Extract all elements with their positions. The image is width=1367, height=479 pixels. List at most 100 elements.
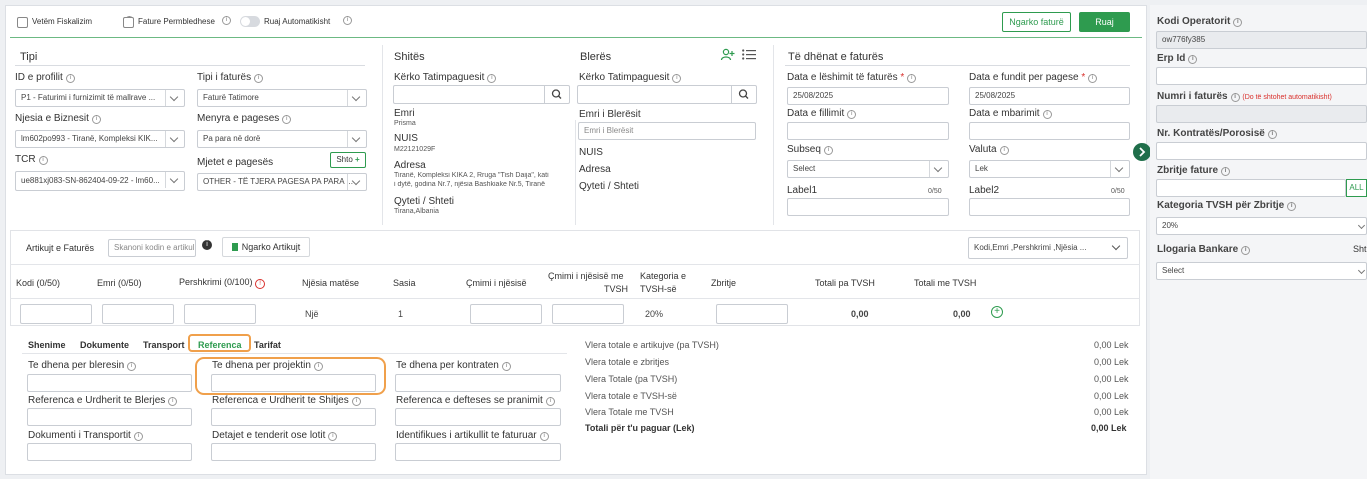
bleres-qyteti-label: Qyteti / Shteti [579,181,640,192]
warning-icon: ! [255,279,266,289]
ref-blerjes-label: Referenca e Urdherit te Blerjes i [28,395,178,406]
total-value-5: 0,00 Lek [1094,407,1129,417]
ruaj-automatikisht-toggle[interactable] [240,16,260,27]
add-user-icon[interactable] [720,48,735,61]
chevron-down-icon [165,172,184,188]
data-fundit-input[interactable]: 25/08/2025 [969,87,1130,105]
row-njesia[interactable]: Një [305,309,319,319]
shites-emri-label: Emri [394,108,415,119]
profil-select[interactable]: P1 - Faturimi i furnizimit të mallrave .… [15,89,185,107]
label1-label: Label1 [787,185,818,196]
shtc-label: Sht [1353,244,1367,254]
kategoria-zbritje-select[interactable]: 20% [1156,217,1367,235]
col-kodi: Kodi (0/50) [16,278,61,288]
artikujt-header-line [10,264,1140,265]
zbritje-fature-input[interactable] [1156,179,1346,197]
chevron-right-icon[interactable] [1133,143,1151,161]
tab-shenime[interactable]: Shenime [28,340,66,350]
row-zbritje-input[interactable] [716,304,788,324]
search-icon[interactable] [544,86,569,103]
label1-count: 0/50 [928,188,942,195]
ref-kontraten-input[interactable] [395,374,561,392]
total-label-5: Vlera Totale me TVSH [585,407,674,417]
total-value-1: 0,00 Lek [1094,340,1129,350]
ngarko-artikujt-button[interactable]: Ngarko Artikujt [222,237,310,257]
tab-transport[interactable]: Transport [143,340,185,350]
permbledhese-label: Fature Permbledhese [138,17,215,26]
bleres-emri-input[interactable]: Emri i Blerësit [578,122,756,140]
shites-search-input[interactable] [393,85,570,104]
tab-referenca[interactable]: Referenca [198,340,242,350]
bleres-search-input[interactable] [577,85,757,104]
section-divider [382,45,383,225]
ref-pranimit-input[interactable] [395,408,561,426]
scan-input[interactable]: Skanoni kodin e artikullit [108,239,196,257]
llogaria-select[interactable]: Select [1156,262,1367,280]
artikujt-search-select[interactable]: Kodi,Emri ,Pershkrimi ,Njësia ... [968,237,1128,259]
data-leshimit-input[interactable]: 25/08/2025 [787,87,949,105]
ref-artikullit-input[interactable] [395,443,561,461]
col-kategoria-2: TVSH-së [640,284,677,294]
row-sasia[interactable]: 1 [398,309,403,319]
subseq-select[interactable]: Select [787,160,949,178]
kontrates-input[interactable] [1156,142,1367,160]
chevron-down-icon [929,161,948,177]
chevron-down-icon [347,90,366,106]
total-label-3: Vlera Totale (pa TVSH) [585,374,678,384]
col-pa-tvsh: Totali pa TVSH [815,278,875,288]
total-label-2: Vlera totale e zbritjes [585,357,670,367]
shites-qyteti-label: Qyteti / Shteti [394,196,455,207]
ruaj-button[interactable]: Ruaj [1079,12,1130,32]
label2-input[interactable] [969,198,1130,216]
all-button[interactable]: ALL [1346,179,1367,197]
chevron-down-icon [165,131,184,147]
subseq-label: Subseq i [787,144,833,155]
mjetet-select[interactable]: OTHER - TË TJERA PAGESA PA PARA ... [197,173,367,191]
fiskalizim-checkbox[interactable] [17,17,28,28]
row-cmimi-input[interactable] [470,304,542,324]
tipi-fatures-select[interactable]: Faturë Tatimore [197,89,367,107]
search-icon[interactable] [731,86,756,103]
row-emri-input[interactable] [102,304,174,324]
row-pershkrimi-input[interactable] [184,304,256,324]
list-icon[interactable] [742,49,756,60]
shites-qyteti-value: Tirana,Albania [394,208,439,215]
ref-shitjes-input[interactable] [211,408,376,426]
col-zbritje: Zbritje [711,278,737,288]
ref-blerjes-input[interactable] [27,408,192,426]
row-kategoria[interactable]: 20% [645,309,663,319]
shites-adresa-line2: i dytë, godina Nr.7, njësia Bashkiake Nr… [394,181,545,188]
njesia-select[interactable]: lm602po993 - Tiranë, Kompleksi KIK... [15,130,185,148]
add-row-icon[interactable]: + [991,306,1003,318]
ref-tenderit-input[interactable] [211,443,376,461]
data-fillimit-label: Data e fillimit i [787,108,857,119]
shites-title: Shitës [394,51,425,63]
section-divider [773,45,774,225]
artikujt-title: Artikujt e Faturës [26,243,95,253]
row-kodi-input[interactable] [20,304,92,324]
tab-dokumente[interactable]: Dokumente [80,340,129,350]
tab-tarifat[interactable]: Tarifat [254,340,281,350]
shites-kerko-label: Kërko Tatimpaguesit i [394,72,497,83]
menyra-select[interactable]: Pa para në dorë [197,130,367,148]
row-cmimi-tvsh-input[interactable] [552,304,624,324]
erp-id-input[interactable] [1156,67,1367,85]
bleres-adresa-label: Adresa [579,164,611,175]
tcr-label: TCR i [15,154,48,165]
total-value-3: 0,00 Lek [1094,374,1129,384]
data-fillimit-input[interactable] [787,122,949,140]
ref-kontraten-label: Te dhena per kontraten i [396,360,511,371]
label1-input[interactable] [787,198,949,216]
ref-bleresin-input[interactable] [27,374,192,392]
ngarko-fature-button[interactable]: Ngarko faturë [1002,12,1071,32]
permbledhese-checkbox[interactable] [123,17,134,28]
shto-button[interactable]: Shto + [330,152,366,168]
ref-projektin-label: Te dhena per projektin i [212,360,323,371]
chevron-down-icon [1357,221,1366,230]
ref-transportit-input[interactable] [27,443,192,461]
valuta-select[interactable]: Lek [969,160,1130,178]
llogaria-label: Llogaria Bankare i [1157,244,1251,255]
ref-projektin-input[interactable] [211,374,376,392]
data-mbarimit-input[interactable] [969,122,1130,140]
tcr-select[interactable]: ue881xj083-SN-862404-09-22 - lm60... [15,171,185,191]
